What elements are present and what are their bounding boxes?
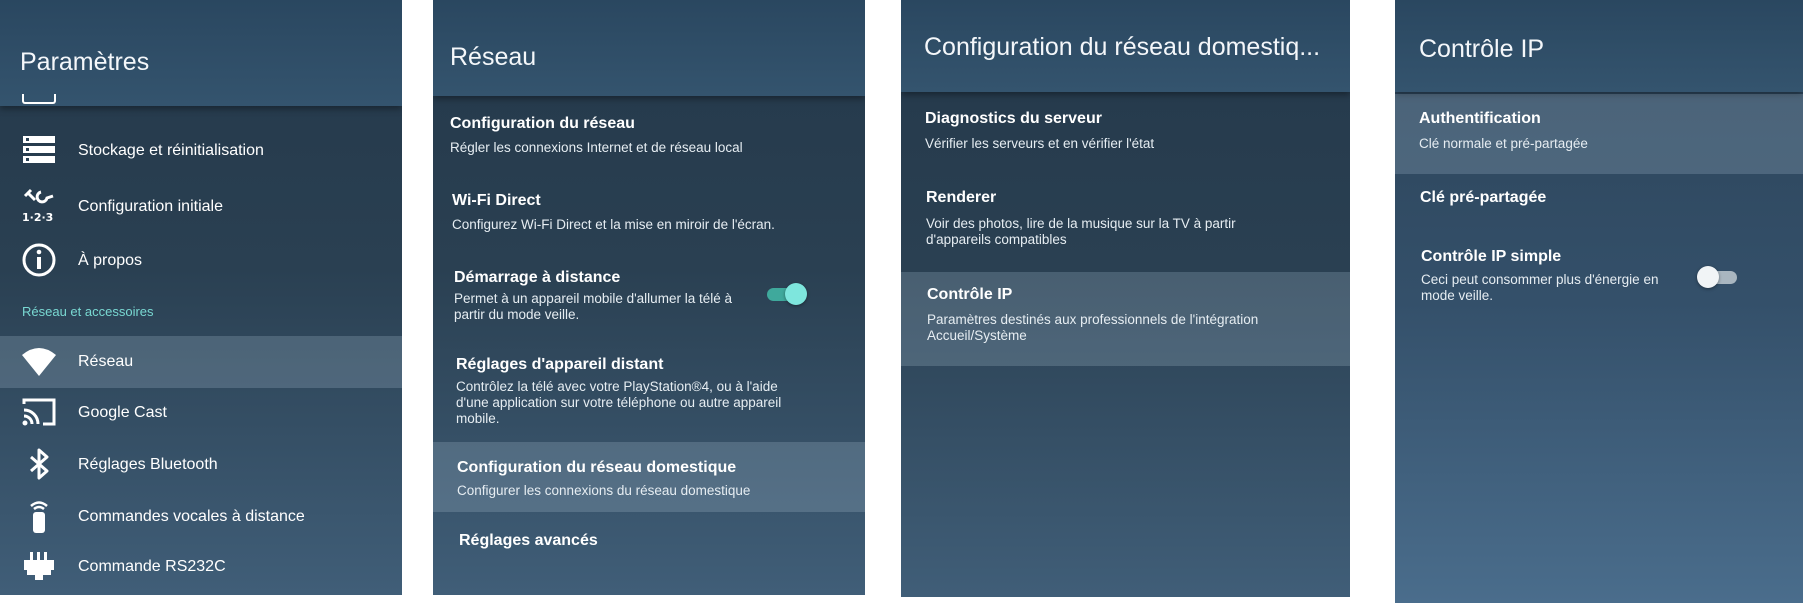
remote-start-item[interactable]: Démarrage à distance Permet à un apparei… (433, 260, 865, 330)
menu-item-label: Commandes vocales à distance (78, 508, 305, 525)
ip-control-item[interactable]: Contrôle IP Paramètres destinés aux prof… (901, 272, 1350, 366)
item-subtitle: Paramètres destinés aux professionnels d… (927, 312, 1259, 343)
section-header-network-accessories: Réseau et accessoires (22, 304, 154, 319)
network-header: Réseau (433, 0, 865, 96)
item-title: Renderer (926, 189, 997, 206)
item-title: Clé pré-partagée (1420, 189, 1547, 206)
menu-item-voice-remote[interactable]: Commandes vocales à distance (0, 494, 402, 540)
menu-item-storage[interactable]: Stockage et réinitialisation (0, 128, 402, 174)
item-subtitle: Contrôlez la télé avec votre PlayStation… (456, 379, 782, 426)
item-title: Configuration du réseau (450, 115, 635, 132)
menu-item-google-cast[interactable]: Google Cast (0, 390, 402, 436)
menu-item-label: Google Cast (78, 404, 167, 421)
storage-icon (20, 131, 58, 169)
svg-text:1·2·3: 1·2·3 (22, 211, 53, 224)
toggle-knob (1697, 266, 1719, 288)
partial-item-icon (22, 94, 56, 104)
home-network-panel: Configuration du réseau domestiq... Diag… (901, 0, 1350, 597)
bluetooth-icon (20, 445, 58, 483)
item-title: Wi-Fi Direct (452, 192, 541, 209)
simple-ip-control-item[interactable]: Contrôle IP simple Ceci peut consommer p… (1395, 240, 1803, 315)
toggle-knob (785, 283, 807, 305)
wifi-direct-item[interactable]: Wi-Fi Direct Configurez Wi-Fi Direct et … (433, 182, 865, 242)
item-title: Contrôle IP simple (1421, 248, 1562, 265)
page-title: Paramètres (20, 48, 150, 76)
item-subtitle: Vérifier les serveurs et en vérifier l'é… (925, 136, 1155, 151)
menu-item-about[interactable]: À propos (0, 238, 402, 284)
cast-icon (20, 393, 58, 431)
menu-item-label: Réglages Bluetooth (78, 456, 218, 473)
ip-control-panel: Contrôle IP Authentification Clé normale… (1395, 0, 1803, 603)
menu-item-bluetooth[interactable]: Réglages Bluetooth (0, 442, 402, 488)
page-title: Réseau (450, 43, 537, 71)
menu-item-label: Commande RS232C (78, 558, 226, 575)
item-title: Diagnostics du serveur (925, 110, 1102, 127)
ip-control-header: Contrôle IP (1395, 0, 1803, 92)
authentication-item[interactable]: Authentification Clé normale et pré-part… (1395, 94, 1803, 174)
network-panel: Réseau Configuration du réseau Régler le… (433, 0, 865, 595)
item-title: Contrôle IP (927, 286, 1013, 303)
menu-item-label: À propos (78, 252, 143, 269)
remote-icon (20, 497, 58, 535)
menu-item-initial-setup[interactable]: 1·2·3 Configuration initiale (0, 184, 402, 230)
setup-123-icon: 1·2·3 (20, 187, 58, 225)
info-icon (20, 241, 58, 279)
menu-item-label: Stockage et réinitialisation (78, 142, 264, 159)
home-network-header: Configuration du réseau domestiq... (901, 0, 1350, 92)
item-subtitle: Clé normale et pré-partagée (1419, 136, 1588, 151)
page-title: Configuration du réseau domestiq... (924, 33, 1321, 61)
item-title: Authentification (1419, 110, 1541, 127)
item-subtitle: Configurez Wi-Fi Direct et la mise en mi… (452, 217, 775, 232)
server-diagnostics-item[interactable]: Diagnostics du serveur Vérifier les serv… (901, 100, 1350, 170)
item-title: Configuration du réseau domestique (457, 459, 737, 476)
remote-device-settings-item[interactable]: Réglages d'appareil distant Contrôlez la… (433, 348, 865, 433)
wifi-icon (20, 343, 58, 381)
menu-item-label: Réseau (78, 353, 134, 370)
renderer-item[interactable]: Renderer Voir des photos, lire de la mus… (901, 180, 1350, 265)
menu-item-network[interactable]: Réseau (0, 336, 402, 388)
pre-shared-key-item[interactable]: Clé pré-partagée (1395, 182, 1803, 232)
item-subtitle: Configurer les connexions du réseau dome… (457, 483, 751, 498)
network-setup-item[interactable]: Configuration du réseau Régler les conne… (433, 105, 865, 165)
item-subtitle: Ceci peut consommer plus d'énergie en mo… (1421, 272, 1659, 303)
menu-item-label: Configuration initiale (78, 198, 223, 215)
item-title: Réglages avancés (459, 532, 598, 549)
home-network-setup-item[interactable]: Configuration du réseau domestique Confi… (433, 442, 865, 512)
settings-panel: Paramètres Stockage et réinitialisation … (0, 0, 402, 595)
serial-port-icon (20, 547, 58, 585)
item-title: Démarrage à distance (454, 269, 621, 286)
item-subtitle: Voir des photos, lire de la musique sur … (926, 216, 1236, 247)
advanced-settings-item[interactable]: Réglages avancés (433, 520, 865, 570)
item-title: Réglages d'appareil distant (456, 356, 664, 373)
settings-header: Paramètres (0, 0, 402, 106)
remote-start-toggle[interactable] (763, 283, 807, 305)
page-title: Contrôle IP (1419, 35, 1545, 63)
simple-ip-control-toggle[interactable] (1697, 266, 1741, 288)
item-subtitle: Permet à un appareil mobile d'allumer la… (454, 291, 732, 322)
item-subtitle: Régler les connexions Internet et de rés… (450, 140, 743, 155)
menu-item-rs232c[interactable]: Commande RS232C (0, 544, 402, 590)
